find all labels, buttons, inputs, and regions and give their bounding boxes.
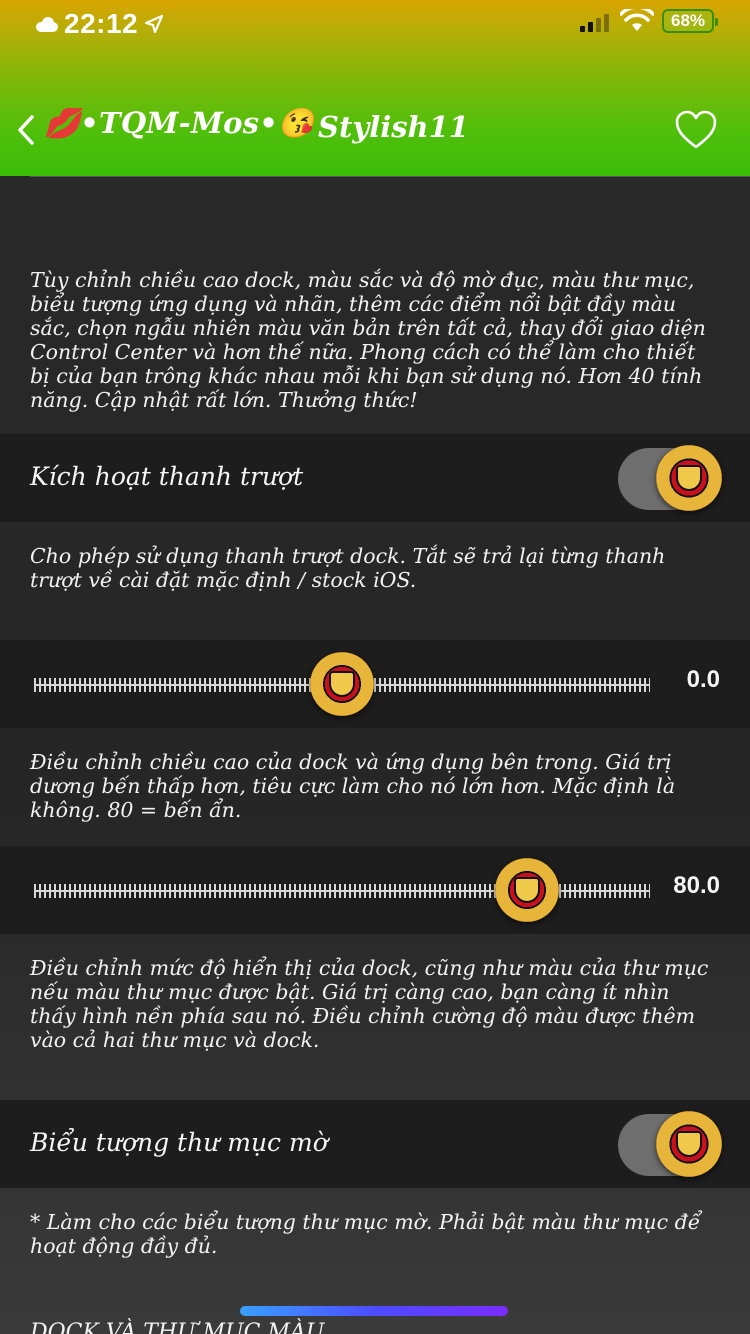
header: 22:12 68% 💋•TQM-Mos•😘 Stylish11 — [0, 0, 750, 176]
page-title: 💋•TQM-Mos•😘 — [44, 106, 315, 140]
cellular-signal-icon — [580, 12, 609, 32]
status-bar: 22:12 68% — [0, 0, 750, 46]
status-time: 22:12 — [64, 8, 139, 39]
location-arrow-icon — [145, 14, 164, 34]
dock-height-slider-thumb[interactable] — [310, 652, 374, 716]
dock-height-value: 0.0 — [686, 666, 720, 693]
dock-height-footer: Điều chỉnh chiều cao của dock và ứng dụn… — [30, 750, 676, 822]
battery-indicator: 68% — [662, 9, 718, 33]
chevron-left-icon[interactable] — [14, 114, 38, 146]
dock-height-slider-cell: 0.0 — [0, 640, 750, 728]
heart-outline-icon[interactable] — [674, 110, 718, 150]
top-divider — [30, 176, 750, 177]
enable-slider-footer: Cho phép sử dụng thanh trượt dock. Tắt s… — [30, 544, 666, 592]
page-subtitle: Stylish11 — [318, 110, 469, 144]
settings-page: 22:12 68% 💋•TQM-Mos•😘 Stylish11 Tùy chỉn… — [0, 0, 750, 1334]
navigation-bar: 💋•TQM-Mos•😘 Stylish11 — [0, 96, 750, 168]
blur-folder-icons-cell: Biểu tượng thư mục mờ — [0, 1100, 750, 1188]
status-time-group: 22:12 — [34, 8, 164, 40]
enable-slider-toggle[interactable] — [618, 445, 722, 511]
home-indicator[interactable] — [240, 1306, 508, 1316]
blur-folder-icons-toggle[interactable] — [618, 1111, 722, 1177]
dock-opacity-footer: Điều chỉnh mức độ hiển thị của dock, cũn… — [30, 956, 709, 1052]
dock-opacity-slider-thumb[interactable] — [494, 858, 559, 922]
cloud-icon — [34, 16, 60, 32]
dock-opacity-slider-cell: 80.0 — [0, 846, 750, 934]
battery-percent: 68% — [670, 11, 706, 30]
enable-slider-cell: Kích hoạt thanh trượt — [0, 434, 750, 522]
blur-folder-icons-label: Biểu tượng thư mục mờ — [30, 1128, 328, 1157]
manchester-united-crest-icon — [656, 445, 722, 511]
intro-description: Tùy chỉnh chiều cao dock, màu sắc và độ … — [30, 268, 706, 412]
section-header-dock-folder-colors: DOCK VÀ THƯ MỤC MÀU — [30, 1320, 325, 1334]
dock-opacity-value: 80.0 — [673, 872, 720, 899]
wifi-icon — [620, 9, 654, 31]
blur-folder-icons-footer: * Làm cho các biểu tượng thư mục mờ. Phả… — [30, 1210, 701, 1258]
manchester-united-crest-icon — [656, 1111, 722, 1177]
enable-slider-label: Kích hoạt thanh trượt — [30, 462, 304, 491]
